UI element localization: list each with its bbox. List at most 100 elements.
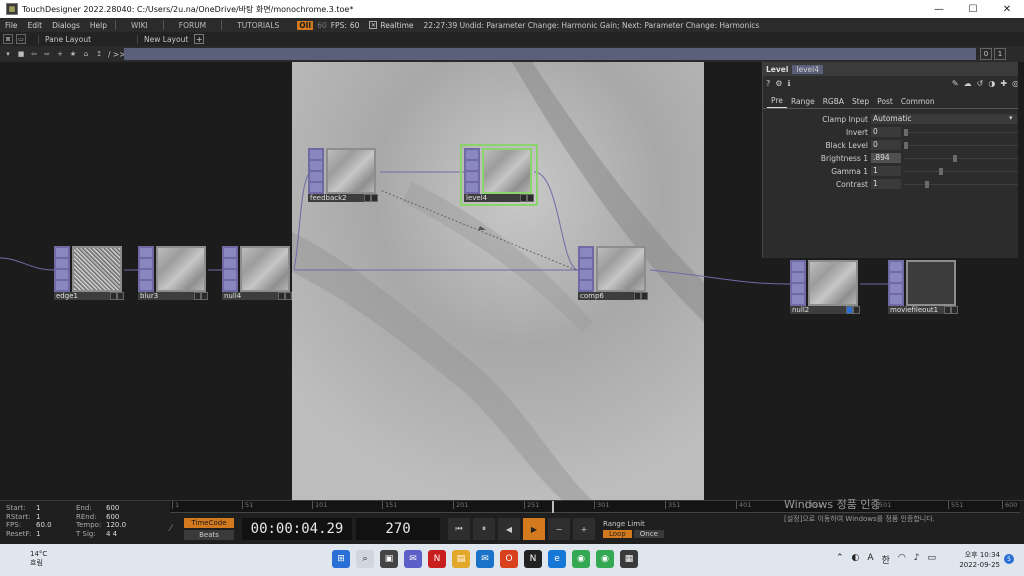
- forum-link[interactable]: FORUM: [167, 21, 218, 30]
- chat-icon[interactable]: ✉: [404, 550, 422, 568]
- tab-step[interactable]: Step: [848, 97, 873, 108]
- node-flag[interactable]: [951, 306, 958, 314]
- display-flag-icon[interactable]: [846, 306, 853, 314]
- star-icon[interactable]: ★: [68, 49, 78, 59]
- node-null4[interactable]: null4: [222, 246, 292, 300]
- invert-slider[interactable]: [904, 132, 1024, 133]
- netflix-icon[interactable]: N: [428, 550, 446, 568]
- node-flag[interactable]: [371, 194, 378, 202]
- tray-chevron-icon[interactable]: ⌃: [836, 553, 844, 566]
- lock-icon[interactable]: ⁄: [170, 524, 184, 534]
- touchdesigner-taskbar-icon[interactable]: ▦: [620, 550, 638, 568]
- node-null2[interactable]: null2: [790, 260, 860, 314]
- node-toggle-strip[interactable]: [578, 246, 594, 292]
- fps-value[interactable]: 60.0: [36, 521, 76, 530]
- new-layout-tab[interactable]: New Layout: [137, 34, 194, 44]
- network-level-left[interactable]: 0: [980, 48, 992, 60]
- realtime-checkbox[interactable]: ✕: [369, 21, 378, 29]
- frame-display[interactable]: 270: [356, 518, 440, 540]
- volume-icon[interactable]: ♪: [914, 553, 920, 566]
- language-indicator[interactable]: A: [867, 553, 873, 566]
- python-help-icon[interactable]: ⚙: [775, 79, 782, 88]
- node-flag[interactable]: [641, 292, 648, 300]
- maximize-button[interactable]: ☐: [956, 0, 990, 18]
- loop-button[interactable]: Loop: [603, 530, 632, 538]
- contrast-field[interactable]: 1: [871, 179, 901, 189]
- info-icon[interactable]: ℹ: [787, 79, 790, 88]
- path-bar[interactable]: [124, 48, 976, 60]
- end-value[interactable]: 600: [106, 504, 146, 513]
- wifi-icon[interactable]: ◠: [898, 553, 906, 566]
- node-edge1[interactable]: edge1: [54, 246, 124, 300]
- node-flag[interactable]: [278, 292, 285, 300]
- office-icon[interactable]: O: [500, 550, 518, 568]
- pause-button[interactable]: ⏸: [473, 518, 495, 540]
- start-icon[interactable]: ⊞: [332, 550, 350, 568]
- node-flag[interactable]: [520, 194, 527, 202]
- chevron-down-icon[interactable]: ▾: [1009, 114, 1013, 122]
- back-icon[interactable]: ⇦: [29, 49, 39, 59]
- clamp-input-dropdown[interactable]: Automatic: [871, 114, 1017, 124]
- home-icon[interactable]: ⌂: [81, 49, 91, 59]
- slider-handle[interactable]: [939, 168, 943, 175]
- close-button[interactable]: ✕: [990, 0, 1024, 18]
- notification-badge[interactable]: 5: [1004, 554, 1014, 564]
- node-flag[interactable]: [527, 194, 534, 202]
- beats-button[interactable]: Beats: [184, 530, 234, 540]
- comment-icon[interactable]: ☁: [964, 79, 972, 88]
- gamma-field[interactable]: 1: [871, 166, 901, 176]
- menu-file[interactable]: File: [0, 21, 23, 30]
- menu-help[interactable]: Help: [85, 21, 112, 30]
- network-path[interactable]: / >>: [108, 50, 125, 59]
- node-toggle-strip[interactable]: [54, 246, 70, 292]
- stop-icon[interactable]: ■: [16, 49, 26, 59]
- node-flag[interactable]: [201, 292, 208, 300]
- edge-icon[interactable]: e: [548, 550, 566, 568]
- notion-icon[interactable]: N: [524, 550, 542, 568]
- node-toggle-strip[interactable]: [308, 148, 324, 194]
- play-button[interactable]: ▶: [523, 518, 545, 540]
- op-name-field[interactable]: level4: [792, 64, 824, 74]
- rstart-value[interactable]: 1: [36, 513, 76, 522]
- rend-value[interactable]: 600: [106, 513, 146, 522]
- slider-handle[interactable]: [953, 155, 957, 162]
- resetf-value[interactable]: 1: [36, 530, 76, 539]
- once-button[interactable]: Once: [633, 530, 664, 538]
- search-icon[interactable]: ⌕: [356, 550, 374, 568]
- tutorials-link[interactable]: TUTORIALS: [225, 21, 291, 30]
- add-icon[interactable]: +: [55, 49, 65, 59]
- playhead[interactable]: [552, 501, 554, 513]
- node-level4[interactable]: level4: [460, 144, 538, 206]
- task-view-icon[interactable]: ▣: [380, 550, 398, 568]
- pane-type-icon[interactable]: ▭: [16, 34, 26, 44]
- add-param-icon[interactable]: ✚: [1000, 79, 1007, 88]
- palette-icon[interactable]: ◑: [988, 79, 995, 88]
- slider-handle[interactable]: [904, 142, 908, 149]
- node-flag[interactable]: [194, 292, 201, 300]
- step-back-button[interactable]: −: [548, 518, 570, 540]
- brightness-field[interactable]: .894: [871, 153, 901, 163]
- node-flag[interactable]: [364, 194, 371, 202]
- invert-field[interactable]: 0: [871, 127, 901, 137]
- add-layout-button[interactable]: +: [194, 34, 205, 44]
- network-level-right[interactable]: 1: [994, 48, 1006, 60]
- tempo-value[interactable]: 120.0: [106, 521, 146, 530]
- brightness-slider[interactable]: [904, 158, 1024, 159]
- up-icon[interactable]: ↥: [94, 49, 104, 59]
- node-blur3[interactable]: blur3: [138, 246, 208, 300]
- minimize-button[interactable]: —: [922, 0, 956, 18]
- mail-icon[interactable]: ✉: [476, 550, 494, 568]
- tsig-value[interactable]: 4 4: [106, 530, 146, 539]
- slider-handle[interactable]: [925, 181, 929, 188]
- timecode-display[interactable]: 00:00:04.29: [242, 518, 352, 540]
- node-flag[interactable]: [634, 292, 641, 300]
- menu-edit[interactable]: Edit: [23, 21, 48, 30]
- tab-range[interactable]: Range: [787, 97, 819, 108]
- tab-post[interactable]: Post: [873, 97, 897, 108]
- menu-arrow-icon[interactable]: ▾: [3, 49, 13, 59]
- node-toggle-strip[interactable]: [888, 260, 904, 306]
- node-toggle-strip[interactable]: [222, 246, 238, 292]
- node-moviefileout1[interactable]: moviefileout1: [888, 260, 958, 314]
- play-reverse-button[interactable]: ◀: [498, 518, 520, 540]
- node-flag[interactable]: [853, 306, 860, 314]
